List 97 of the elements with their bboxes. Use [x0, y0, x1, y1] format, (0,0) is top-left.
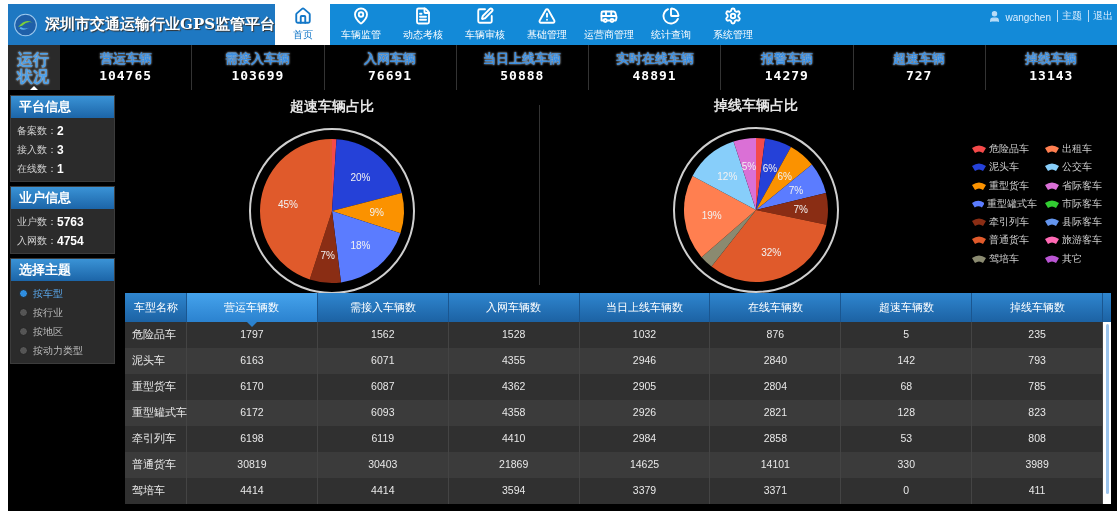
stat-value: 48891 — [632, 67, 677, 84]
stat-value: 14279 — [764, 67, 809, 84]
stat-label: 报警车辆 — [760, 51, 813, 67]
chart-title: 掉线车辆占比 — [713, 96, 798, 115]
sort-pointer-icon — [246, 322, 257, 327]
user-icon — [988, 10, 1002, 23]
theme-option[interactable]: 按行业 — [19, 303, 106, 322]
legend-label: 公交车 — [1062, 160, 1093, 175]
map-pin-icon — [352, 7, 370, 25]
slice-label: 6% — [777, 170, 792, 182]
info-value: 5763 — [57, 213, 84, 231]
info-value: 2 — [57, 122, 64, 140]
slice-label: 7% — [793, 204, 808, 216]
legend-label: 牵引列车 — [988, 215, 1029, 229]
info-label: 入网数： — [17, 234, 57, 248]
nav-tab[interactable]: 运营商管理 — [578, 4, 640, 45]
info-label: 备案数： — [17, 124, 57, 138]
table-cell: 3371 — [710, 478, 842, 504]
home-icon — [293, 7, 312, 25]
stat-label: 当日上线车辆 — [483, 51, 562, 67]
stat-label: 实时在线车辆 — [615, 51, 694, 67]
legend-label: 县际客车 — [1062, 215, 1103, 229]
table-cell: 4414 — [187, 478, 318, 504]
stat-label: 超速车辆 — [893, 51, 946, 67]
chart-title: 超速车辆占比 — [290, 97, 374, 116]
legend-label: 旅游客车 — [1062, 233, 1103, 248]
stat-label: 营运车辆 — [99, 51, 152, 67]
slice-label: 6% — [762, 162, 777, 174]
info-value: 4754 — [57, 232, 84, 250]
slice-label: 32% — [761, 246, 782, 258]
settings-icon — [724, 7, 742, 25]
legend-label: 出租车 — [1062, 142, 1093, 156]
nav-tab[interactable]: 动态考核 — [392, 4, 454, 45]
slice-label: 7% — [320, 250, 336, 262]
table-cell: 4414 — [317, 478, 449, 504]
slice-label: 5% — [741, 160, 756, 172]
panel-title: 业户信息 — [11, 187, 114, 209]
slice-label: 9% — [369, 207, 384, 219]
table-cell: 3379 — [579, 478, 711, 504]
panel-title: 选择主题 — [11, 259, 114, 281]
header-link[interactable]: 主题 — [1057, 10, 1082, 22]
info-value: 3 — [57, 141, 64, 159]
slice-label: 45% — [277, 199, 298, 210]
document-icon — [414, 7, 432, 25]
header-link[interactable]: 退出 — [1088, 10, 1113, 22]
stat-label: 入网车辆 — [364, 51, 417, 67]
scrollbar[interactable] — [1103, 322, 1111, 504]
radio-button[interactable] — [19, 346, 28, 355]
panel-title: 平台信息 — [11, 96, 114, 118]
info-label: 业户数： — [17, 215, 57, 229]
stat-value: 727 — [905, 67, 933, 84]
warning-icon — [538, 7, 556, 25]
theme-option[interactable]: 按车型 — [19, 284, 106, 303]
nav-tab[interactable]: 基础管理 — [516, 4, 578, 45]
user-name: wangchen — [1005, 11, 1051, 25]
theme-option[interactable]: 按地区 — [19, 322, 106, 341]
legend-label: 驾培车 — [988, 251, 1019, 266]
slice-label: 20% — [350, 171, 371, 183]
legend-label: 市际客车 — [1062, 196, 1103, 211]
table-cell: 0 — [841, 478, 973, 504]
stat-value: 13143 — [1029, 67, 1074, 84]
edit-icon — [476, 7, 494, 25]
nav-tab[interactable]: 车辆审核 — [454, 4, 516, 45]
slice-label: 18% — [350, 240, 371, 252]
stat-value: 76691 — [368, 67, 413, 84]
app-title: 深圳市交通运输行业GPS监管平台 — [45, 14, 275, 36]
slice-label: 7% — [788, 185, 804, 197]
legend-label: 泥头车 — [988, 160, 1019, 175]
legend-label: 普通货车 — [988, 233, 1029, 248]
nav-tab[interactable]: 统计查询 — [640, 4, 702, 45]
stat-value: 104765 — [99, 67, 153, 84]
info-value: 1 — [57, 160, 64, 178]
legend-label: 其它 — [1062, 251, 1083, 266]
radio-button[interactable] — [19, 308, 28, 317]
slice-label: 12% — [717, 170, 738, 182]
stat-value: 50888 — [500, 67, 545, 84]
nav-tab[interactable]: 车辆监管 — [330, 4, 392, 45]
table-cell: 3594 — [448, 478, 580, 504]
stat-label: 需接入车辆 — [225, 51, 291, 67]
status-label: 运行状况 — [17, 50, 51, 85]
nav-tab[interactable]: 系统管理 — [702, 4, 764, 45]
nav-tab[interactable]: 首页 — [275, 4, 330, 45]
info-label: 接入数： — [17, 143, 57, 157]
legend-label: 重型罐式车 — [987, 196, 1038, 211]
slice-label: 19% — [701, 209, 722, 221]
radio-button[interactable] — [19, 327, 28, 336]
legend-label: 危险品车 — [988, 142, 1029, 156]
legend-label: 重型货车 — [988, 178, 1029, 193]
radio-button[interactable] — [19, 289, 28, 298]
legend-label: 省际客车 — [1062, 178, 1103, 193]
pointer-icon — [30, 86, 38, 90]
table-cell: 驾培车 — [125, 478, 187, 504]
theme-option[interactable]: 按动力类型 — [19, 341, 106, 360]
stat-label: 掉线车辆 — [1025, 51, 1078, 67]
stat-value: 103699 — [231, 67, 285, 84]
pie-chart-icon — [662, 7, 680, 25]
info-label: 在线数： — [17, 162, 57, 176]
